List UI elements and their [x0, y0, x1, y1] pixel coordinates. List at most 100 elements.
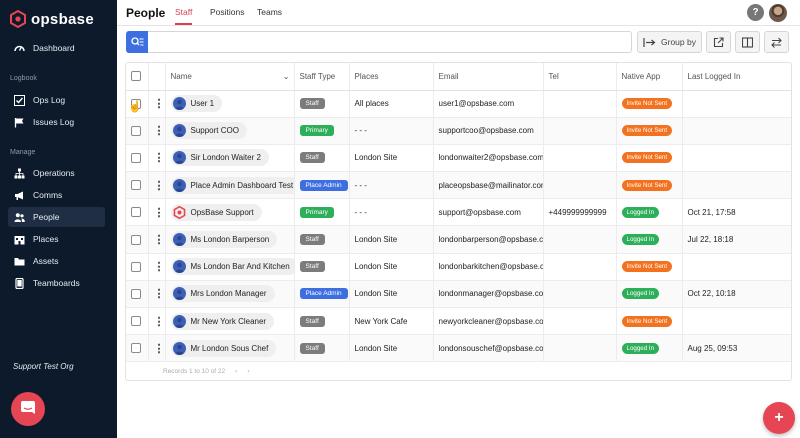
add-person-button[interactable]: +	[763, 402, 795, 434]
search-input[interactable]	[148, 31, 632, 53]
person-chip[interactable]: Mr New York Cleaner	[170, 312, 275, 330]
tel-cell	[543, 225, 617, 254]
person-chip[interactable]: Mr London Sous Chef	[170, 339, 277, 357]
row-menu-cell: ⋮	[148, 334, 166, 363]
row-checkbox[interactable]	[131, 207, 141, 218]
avatar[interactable]	[769, 4, 787, 22]
sidebar-item-label: Operations	[33, 168, 75, 178]
swap-button[interactable]	[764, 31, 789, 53]
column-header-last-logged-in[interactable]: Last Logged In	[682, 63, 791, 91]
row-menu-icon[interactable]: ⋮	[154, 288, 165, 300]
native-app-cell: Invite Not Sent	[616, 90, 683, 118]
row-checkbox[interactable]	[131, 125, 141, 136]
staff-type-badge: Staff	[299, 261, 325, 273]
sidebar-item-label: Places	[33, 234, 59, 244]
row-menu-icon[interactable]: ⋮	[154, 316, 165, 328]
row-menu-cell: ⋮	[148, 253, 166, 281]
sidebar-item-operations[interactable]: Operations	[8, 163, 105, 183]
table-row[interactable]: ⋮ Place Admin Dashboard Test Place Admin - …	[126, 171, 791, 200]
person-chip[interactable]: Support COO	[170, 122, 247, 140]
native-app-status-badge: Invite Not Sent	[621, 125, 673, 137]
row-menu-icon[interactable]: ⋮	[154, 125, 165, 137]
row-select-cell	[126, 253, 149, 281]
select-all-checkbox[interactable]	[131, 71, 141, 82]
name-cell: Ms London Bar And Kitchen	[165, 253, 295, 281]
table-row[interactable]: ⋮ User 1 Staff All places user1@opsbase.com I…	[126, 90, 791, 118]
sidebar-item-assets[interactable]: Assets	[8, 251, 105, 271]
person-chip[interactable]: OpsBase Support	[170, 203, 262, 221]
chat-launcher-button[interactable]	[11, 392, 45, 426]
row-menu-icon[interactable]: ⋮	[154, 234, 165, 246]
table-row[interactable]: ⋮ Sir London Waiter 2 Staff London Site lond…	[126, 144, 791, 173]
column-header-name[interactable]: Name ⌄	[165, 63, 295, 91]
row-checkbox[interactable]	[131, 288, 141, 299]
prev-page-button[interactable]: ‹	[235, 368, 237, 375]
column-header-tel[interactable]: Tel	[543, 63, 617, 91]
column-header-places[interactable]: Places	[349, 63, 434, 91]
last-logged-in-cell	[682, 307, 791, 336]
column-header-email[interactable]: Email	[433, 63, 544, 91]
tel-cell	[543, 117, 617, 145]
row-checkbox[interactable]	[131, 152, 141, 163]
table-row[interactable]: ⋮ Mr London Sous Chef Staff London Site lond…	[126, 334, 791, 363]
sidebar-item-teamboards[interactable]: Teamboards	[8, 273, 105, 293]
email-cell: londonwaiter2@opsbase.com	[433, 144, 544, 173]
tab-staff[interactable]: Staff	[175, 7, 193, 25]
group-by-button[interactable]: Group by	[637, 31, 702, 53]
tel-cell	[543, 280, 617, 309]
search-filter-button[interactable]	[126, 31, 148, 53]
table-row[interactable]: ⋮ Mr New York Cleaner Staff New York Cafe ne…	[126, 307, 791, 336]
table-row[interactable]: ⋮ Mrs London Manager Place Admin London Sit…	[126, 280, 791, 309]
sidebar-item-label: Dashboard	[33, 43, 75, 53]
person-chip[interactable]: User 1	[170, 95, 223, 113]
row-checkbox[interactable]	[131, 261, 141, 272]
row-menu-icon[interactable]: ⋮	[154, 152, 165, 164]
help-icon[interactable]: ?	[747, 4, 764, 21]
row-menu-icon[interactable]: ⋮	[154, 180, 165, 192]
building-icon	[14, 234, 25, 245]
row-checkbox[interactable]	[131, 316, 141, 327]
person-chip[interactable]: Ms London Barperson	[170, 231, 278, 249]
row-menu-icon[interactable]: ⋮	[154, 207, 165, 219]
row-checkbox[interactable]	[131, 234, 141, 245]
sidebar-item-issues-log[interactable]: Issues Log	[8, 112, 105, 132]
table-row[interactable]: ⋮ Support COO Primary - - - supportcoo@opsba…	[126, 117, 791, 145]
tab-positions[interactable]: Positions	[210, 7, 245, 23]
tel-cell	[543, 144, 617, 173]
columns-button[interactable]	[735, 31, 760, 53]
row-checkbox[interactable]	[131, 180, 141, 191]
column-header-staff-type[interactable]: Staff Type	[294, 63, 350, 91]
person-chip[interactable]: Place Admin Dashboard Test	[170, 176, 293, 194]
email-cell: newyorkcleaner@opsbase.com	[433, 307, 544, 336]
staff-type-badge: Place Admin	[299, 288, 348, 300]
sidebar-item-label: People	[33, 212, 60, 222]
row-menu-cell: ⋮	[148, 171, 166, 200]
brand-logo[interactable]: opsbase	[10, 10, 94, 28]
person-name: Support COO	[190, 126, 239, 136]
email-cell: londonmanager@opsbase.com	[433, 280, 544, 309]
person-chip[interactable]: Ms London Bar And Kitchen	[170, 258, 293, 276]
column-header-native-app[interactable]: Native App	[616, 63, 683, 91]
table-row[interactable]: ⋮ Ms London Barperson Staff London Site lond…	[126, 225, 791, 254]
tab-teams[interactable]: Teams	[257, 7, 282, 23]
staff-type-badge: Staff	[299, 152, 325, 164]
table-row[interactable]: ⋮ Ms London Bar And Kitchen Staff London Si…	[126, 253, 791, 281]
sidebar-item-comms[interactable]: Comms	[8, 185, 105, 205]
sidebar-item-dashboard[interactable]: Dashboard	[8, 38, 105, 58]
next-page-button[interactable]: ›	[247, 368, 249, 375]
row-menu-icon[interactable]: ⋮	[154, 343, 165, 355]
last-logged-in-cell: Oct 22, 10:18	[682, 280, 791, 309]
sidebar-item-ops-log[interactable]: Ops Log	[8, 90, 105, 110]
sidebar-item-places[interactable]: Places	[8, 229, 105, 249]
table-row[interactable]: ⋮ OpsBase Support Primary - - - support@opsb…	[126, 198, 791, 227]
person-chip[interactable]: Mrs London Manager	[170, 285, 275, 303]
last-logged-in-cell: Jul 22, 18:18	[682, 225, 791, 254]
export-button[interactable]	[706, 31, 731, 53]
chevron-down-icon[interactable]: ⌄	[283, 72, 290, 81]
sidebar-item-people[interactable]: People	[8, 207, 105, 227]
row-checkbox[interactable]	[131, 343, 141, 354]
person-chip[interactable]: Sir London Waiter 2	[170, 149, 269, 167]
row-menu-icon[interactable]: ⋮	[154, 98, 165, 110]
row-menu-icon[interactable]: ⋮	[154, 261, 165, 273]
last-logged-in-cell	[682, 171, 791, 200]
